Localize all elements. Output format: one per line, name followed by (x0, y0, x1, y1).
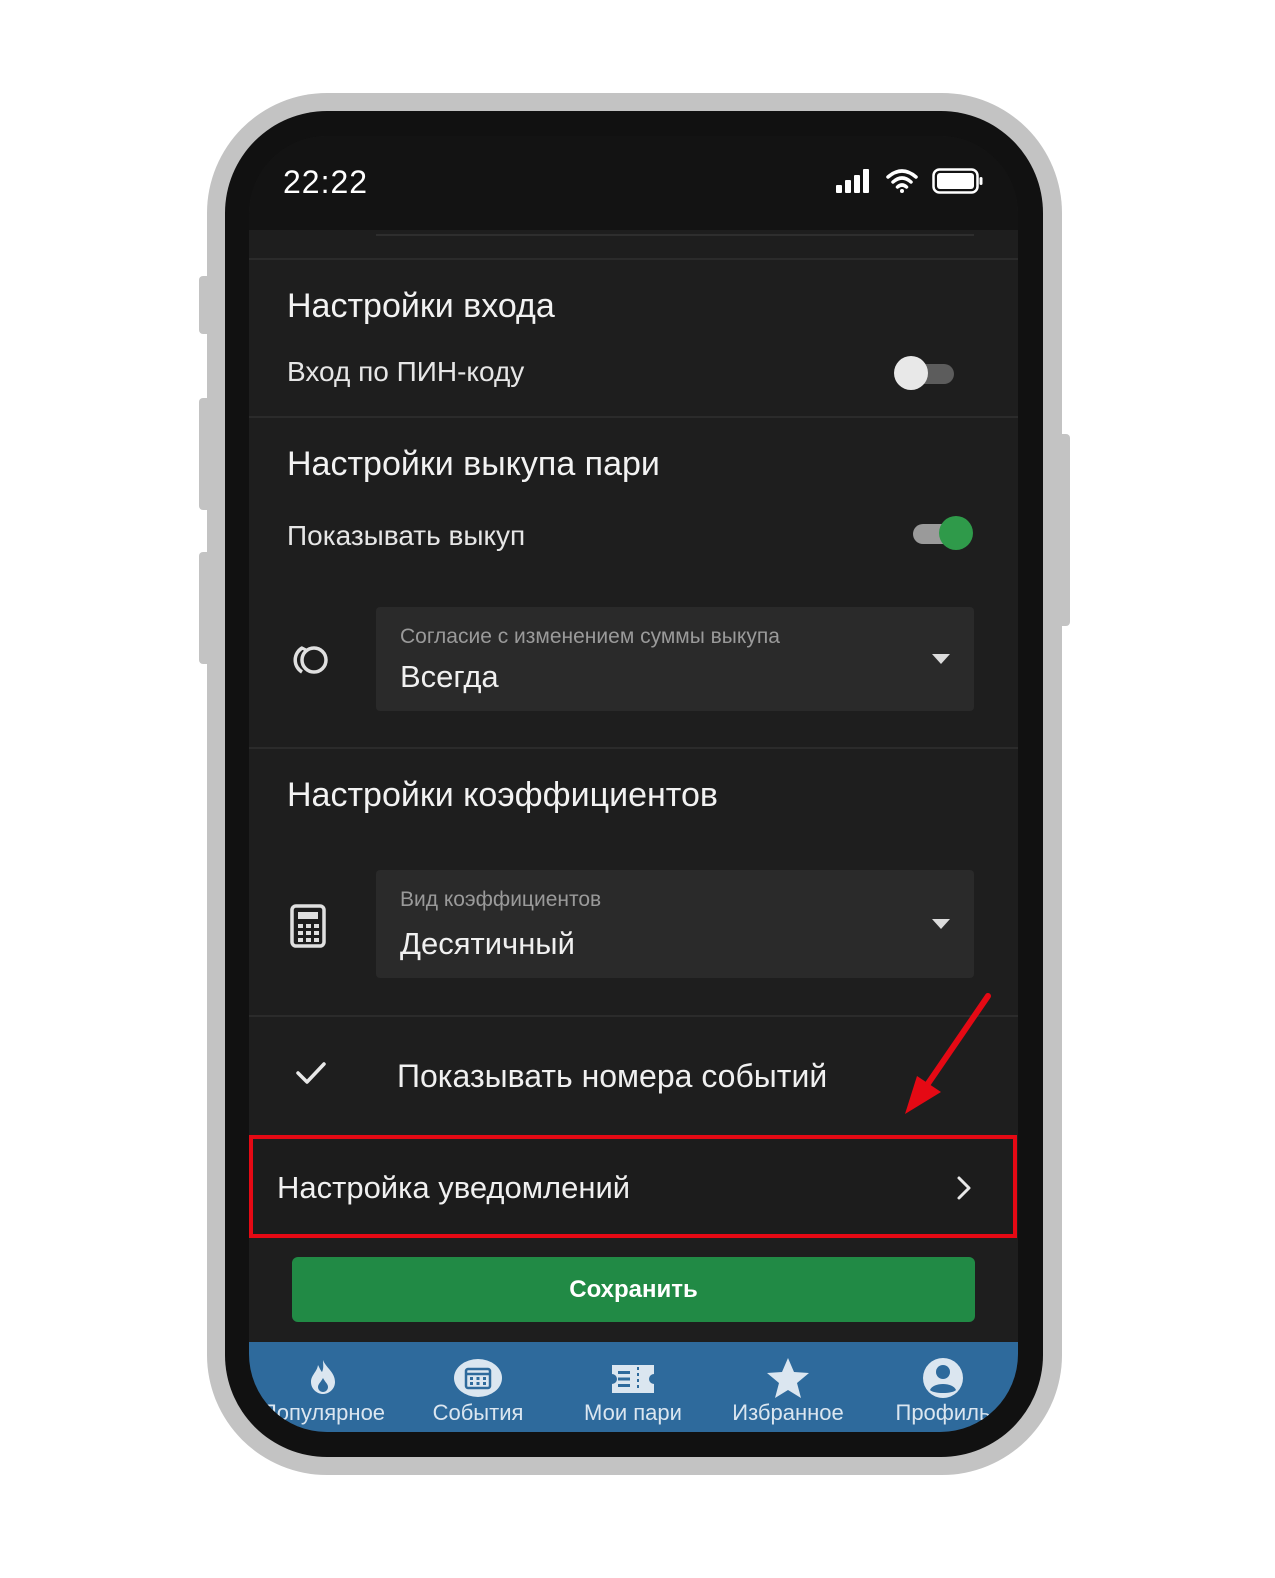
status-time: 22:22 (283, 164, 369, 200)
cashout-consent-dropdown[interactable]: Согласие с изменением суммы выкупа Всегд… (376, 607, 974, 711)
nav-label: События (432, 1400, 524, 1425)
calculator-icon (290, 904, 326, 948)
dropdown-label: Вид коэффициентов (400, 888, 602, 911)
nav-label: Избранное (732, 1400, 844, 1425)
dropdown-arrow-icon (932, 654, 950, 664)
annotation-arrow-icon (905, 993, 991, 1114)
dropdown-value: Всегда (400, 659, 499, 694)
odds-format-dropdown[interactable]: Вид коэффициентов Десятичный (376, 870, 974, 978)
phone-screen: 22:22 Настройки входа Вход по ПИН-коду Н… (249, 136, 1018, 1432)
nav-item-favorites[interactable]: Избранное (708, 1342, 868, 1432)
ticket-icon (612, 1365, 654, 1393)
toggle-knob (894, 356, 928, 390)
dropdown-value: Десятичный (400, 926, 575, 961)
mute-switch (199, 276, 211, 334)
notification-settings-row[interactable]: Настройка уведомлений (249, 1140, 1018, 1236)
status-icons (836, 168, 984, 194)
flame-icon (311, 1360, 335, 1394)
top-partial-divider (376, 234, 974, 236)
dropdown-label: Согласие с изменением суммы выкупа (400, 625, 780, 648)
checkmark-icon (296, 1062, 326, 1084)
section-divider (249, 416, 1018, 418)
power-button (1058, 434, 1070, 626)
nav-item-my-bets[interactable]: Мои пари (553, 1342, 713, 1432)
bottom-navigation: Популярное События Мои пари Избранное Пр… (249, 1342, 1018, 1432)
volume-up-button (199, 398, 211, 510)
status-bar: 22:22 (249, 136, 1018, 230)
toggle-knob (939, 516, 973, 550)
save-button[interactable]: Сохранить (292, 1257, 975, 1322)
section-divider (249, 258, 1018, 260)
nav-label: Профиль (895, 1400, 991, 1425)
profile-icon (923, 1358, 963, 1398)
nav-item-popular[interactable]: Популярное (249, 1342, 403, 1432)
notification-settings-label: Настройка уведомлений (277, 1170, 631, 1205)
dropdown-arrow-icon (932, 919, 950, 929)
volume-down-button (199, 552, 211, 664)
cashout-settings-title: Настройки выкупа пари (287, 445, 660, 483)
wifi-icon (886, 169, 918, 193)
pin-login-label: Вход по ПИН-коду (287, 356, 525, 387)
cashout-cycle-icon (293, 646, 328, 674)
calendar-icon (454, 1359, 502, 1397)
show-cashout-label: Показывать выкуп (287, 520, 526, 551)
odds-settings-title: Настройки коэффициентов (287, 776, 718, 814)
show-event-numbers-label: Показывать номера событий (397, 1058, 828, 1094)
signal-icon (836, 169, 869, 193)
section-divider (249, 747, 1018, 749)
chevron-right-icon (957, 1176, 971, 1200)
nav-label: Мои пари (584, 1400, 682, 1425)
login-settings-title: Настройки входа (287, 287, 555, 325)
nav-item-profile[interactable]: Профиль (863, 1342, 1018, 1432)
nav-label: Популярное (260, 1400, 386, 1425)
star-icon (767, 1358, 809, 1398)
show-cashout-toggle[interactable] (909, 514, 973, 554)
battery-icon (932, 168, 983, 194)
nav-item-events[interactable]: События (398, 1342, 558, 1432)
pin-login-toggle[interactable] (894, 354, 958, 394)
